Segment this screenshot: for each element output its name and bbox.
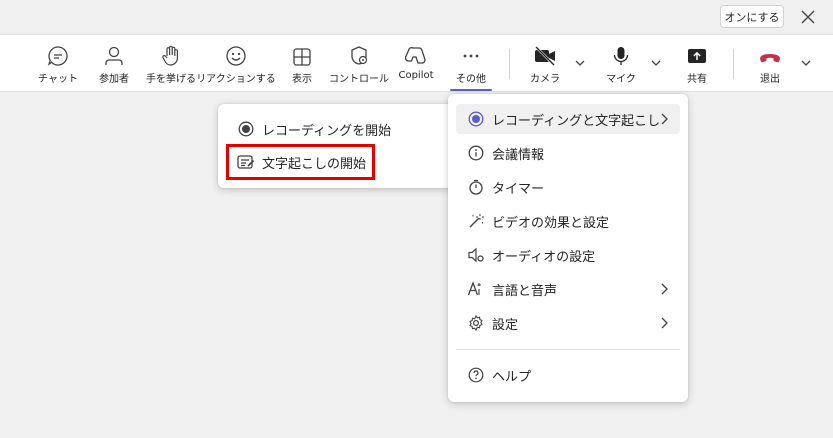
- toolbar-divider: [509, 49, 510, 79]
- help-label: ヘルプ: [492, 369, 532, 385]
- view-label: 表示: [292, 74, 312, 85]
- language-speech-label: 言語と音声: [492, 283, 558, 299]
- react-button[interactable]: リアクションする: [196, 35, 276, 93]
- chat-button[interactable]: チャット: [36, 35, 80, 93]
- language-icon: [467, 281, 481, 296]
- more-label: その他: [456, 74, 486, 85]
- camera-label: カメラ: [530, 74, 560, 85]
- close-icon: [801, 10, 815, 23]
- record-icon: [238, 121, 254, 137]
- copilot-button[interactable]: Copilot: [394, 35, 438, 93]
- shield-settings-icon: [351, 46, 368, 65]
- meeting-info-item[interactable]: 会議情報: [456, 138, 680, 168]
- gear-icon: [469, 315, 483, 331]
- turn-on-button[interactable]: オンにする: [720, 5, 784, 28]
- view-button[interactable]: 表示: [282, 35, 322, 93]
- hangup-icon: [760, 54, 780, 63]
- title-strip: [0, 0, 833, 34]
- toolbar-divider: [733, 49, 734, 79]
- react-label: リアクションする: [196, 74, 276, 85]
- highlight-box: [226, 144, 375, 180]
- raise-hand-button[interactable]: 手を挙げる: [144, 35, 198, 93]
- more-menu: レコーディングと文字起こし 会議情報 タイマー ビデオの効果と設定 オーディオの…: [448, 94, 688, 402]
- chevron-right-icon: [661, 113, 668, 125]
- help-item[interactable]: ヘルプ: [456, 360, 680, 390]
- menu-separator: [456, 349, 680, 350]
- camera-button[interactable]: カメラ: [526, 35, 564, 93]
- raise-hand-icon: [162, 45, 178, 66]
- start-recording-label: レコーディングを開始: [262, 123, 392, 139]
- camera-options-chevron-icon[interactable]: [574, 57, 586, 69]
- timer-icon: [469, 179, 483, 195]
- video-effects-item[interactable]: ビデオの効果と設定: [456, 206, 680, 236]
- audio-settings-label: オーディオの設定: [492, 249, 596, 265]
- share-label: 共有: [687, 74, 707, 85]
- help-icon: [468, 367, 484, 383]
- share-icon: [688, 49, 706, 63]
- more-button[interactable]: その他: [450, 35, 492, 93]
- timer-label: タイマー: [492, 181, 545, 197]
- raise-hand-label: 手を挙げる: [146, 74, 196, 85]
- smiley-icon: [226, 46, 246, 66]
- recording-transcription-label: レコーディングと文字起こし: [492, 113, 661, 129]
- people-icon: [105, 46, 123, 65]
- mic-icon: [613, 47, 629, 65]
- mic-button[interactable]: マイク: [604, 35, 638, 93]
- timer-item[interactable]: タイマー: [456, 172, 680, 202]
- recording-transcription-item[interactable]: レコーディングと文字起こし: [456, 104, 680, 134]
- meeting-info-label: 会議情報: [492, 147, 545, 163]
- controls-button[interactable]: コントロール: [329, 35, 389, 93]
- view-grid-icon: [293, 48, 311, 66]
- people-label: 参加者: [99, 74, 129, 85]
- info-icon: [468, 145, 484, 161]
- video-effects-label: ビデオの効果と設定: [492, 215, 610, 231]
- language-speech-item[interactable]: 言語と音声: [456, 274, 680, 304]
- start-recording-item[interactable]: レコーディングを開始: [226, 114, 450, 144]
- chevron-right-icon: [661, 283, 668, 295]
- speaker-settings-icon: [468, 247, 484, 263]
- leave-options-chevron-icon[interactable]: [800, 57, 812, 69]
- leave-button[interactable]: 退出: [752, 35, 788, 93]
- more-icon: [463, 54, 479, 58]
- record-active-icon: [468, 111, 484, 127]
- chat-label: チャット: [38, 74, 78, 85]
- controls-label: コントロール: [329, 74, 389, 85]
- camera-off-icon: [535, 46, 555, 66]
- mic-options-chevron-icon[interactable]: [650, 57, 662, 69]
- meeting-toolbar: チャット 参加者 手を挙げる リアクションする 表示 コントロール Copilo…: [0, 34, 833, 92]
- leave-label: 退出: [760, 74, 780, 85]
- close-button[interactable]: [796, 5, 820, 28]
- chat-icon: [47, 46, 68, 66]
- audio-settings-item[interactable]: オーディオの設定: [456, 240, 680, 270]
- settings-label: 設定: [492, 317, 519, 333]
- copilot-icon: [405, 47, 426, 64]
- share-button[interactable]: 共有: [680, 35, 714, 93]
- copilot-label: Copilot: [398, 70, 434, 81]
- chevron-right-icon: [661, 317, 668, 329]
- people-button[interactable]: 参加者: [92, 35, 136, 93]
- mic-label: マイク: [606, 74, 636, 85]
- magic-wand-icon: [469, 214, 484, 228]
- settings-item[interactable]: 設定: [456, 308, 680, 338]
